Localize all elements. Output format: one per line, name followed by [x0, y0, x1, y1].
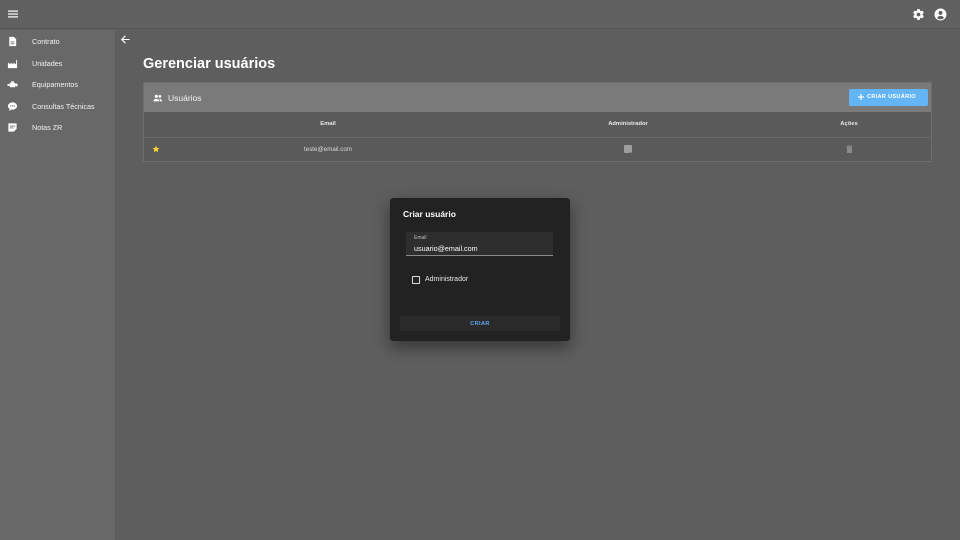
create-user-dialog: Criar usuário Email usuario@email.com Ad… [390, 198, 570, 341]
sidebar-item-consultas-tecnicas[interactable]: Consultas Técnicas [0, 96, 115, 118]
delete-icon[interactable] [846, 145, 853, 153]
document-icon [9, 37, 17, 47]
equipment-icon [7, 81, 18, 88]
create-user-button-label: CRIAR USUÁRIO [867, 94, 916, 100]
sidebar-item-label: Unidades [32, 58, 63, 68]
arrow-back-icon[interactable] [120, 34, 131, 45]
sidebar: Contrato Unidades Equipamentos Consultas… [0, 30, 115, 540]
administrator-checked-icon [624, 145, 632, 157]
column-header-email: Email [320, 121, 336, 127]
create-user-button[interactable]: CRIAR USUÁRIO [849, 89, 928, 106]
sidebar-item-equipamentos[interactable]: Equipamentos [0, 74, 115, 96]
note-icon [8, 123, 17, 132]
user-email-cell: teste@email.com [304, 146, 352, 153]
chat-bubble-icon [7, 102, 18, 111]
users-icon [153, 94, 163, 102]
plus-icon [858, 94, 864, 100]
sidebar-item-label: Contrato [32, 37, 60, 47]
app-bar [0, 0, 960, 29]
email-field-label: Email [414, 235, 427, 241]
email-field-value: usuario@email.com [414, 244, 478, 253]
dialog-title: Criar usuário [403, 209, 456, 219]
column-header-acoes: Ações [840, 121, 858, 127]
factory-icon [7, 59, 18, 68]
page-title: Gerenciar usuários [143, 56, 276, 72]
administrator-checkbox[interactable] [412, 276, 420, 284]
sidebar-item-label: Equipamentos [32, 80, 78, 90]
sidebar-item-notas-zr[interactable]: Notas ZR [0, 117, 115, 139]
sidebar-item-label: Consultas Técnicas [32, 101, 95, 111]
card-title: Usuários [168, 93, 202, 103]
users-card: Usuários CRIAR USUÁRIO Email Administrad… [143, 82, 932, 162]
account-circle-icon[interactable] [934, 8, 947, 21]
email-field[interactable]: Email usuario@email.com [406, 232, 553, 256]
gear-icon[interactable] [912, 8, 925, 21]
star-icon [152, 145, 160, 153]
table-divider [144, 137, 931, 138]
administrator-checkbox-label: Administrador [425, 276, 469, 283]
card-header: Usuários CRIAR USUÁRIO [144, 83, 931, 112]
column-header-administrador: Administrador [608, 121, 648, 127]
criar-button[interactable]: CRIAR [400, 316, 560, 331]
sidebar-item-unidades[interactable]: Unidades [0, 53, 115, 75]
sidebar-item-label: Notas ZR [32, 123, 63, 133]
menu-icon[interactable] [7, 8, 19, 20]
criar-button-label: CRIAR [470, 321, 490, 327]
sidebar-item-contrato[interactable]: Contrato [0, 31, 115, 53]
